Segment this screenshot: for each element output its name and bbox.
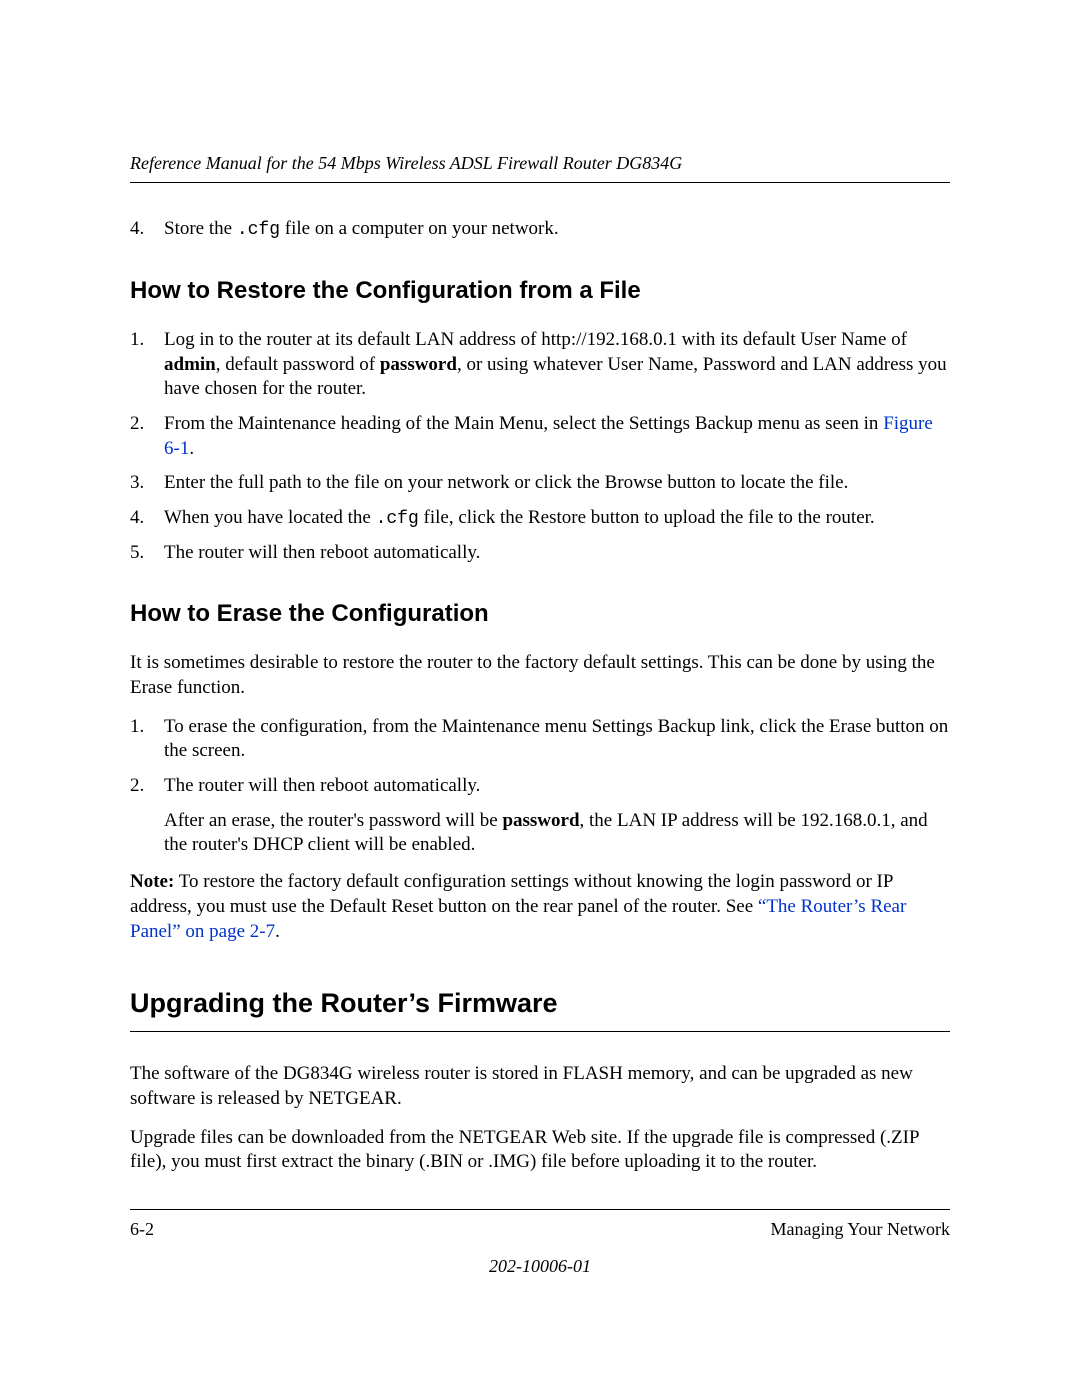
- text: , default password of: [216, 354, 380, 375]
- page-footer: 6-2 Managing Your Network: [130, 1209, 950, 1241]
- after-erase-paragraph: After an erase, the router's password wi…: [164, 809, 950, 858]
- code-literal: .cfg: [376, 509, 419, 529]
- document-number: 202-10006-01: [130, 1255, 950, 1278]
- heading-upgrade-firmware: Upgrading the Router’s Firmware: [130, 986, 950, 1032]
- text: .: [189, 438, 194, 459]
- list-item-body: To erase the configuration, from the Mai…: [164, 715, 950, 764]
- list-number: 1.: [130, 715, 164, 764]
- list-number: 2.: [130, 412, 164, 461]
- list-number: 2.: [130, 774, 164, 799]
- list-item-body: The router will then reboot automaticall…: [164, 774, 950, 799]
- bold-text: password: [502, 810, 579, 831]
- list-item-body: Store the .cfg file on a computer on you…: [164, 217, 950, 242]
- text: When you have located the: [164, 507, 376, 528]
- heading-erase: How to Erase the Configuration: [130, 598, 950, 629]
- running-header: Reference Manual for the 54 Mbps Wireles…: [130, 152, 950, 183]
- list-item-body: From the Maintenance heading of the Main…: [164, 412, 950, 461]
- upgrade-paragraph-2: Upgrade files can be downloaded from the…: [130, 1126, 950, 1175]
- text: Log in to the router at its default LAN …: [164, 329, 907, 350]
- note-label: Note:: [130, 871, 174, 892]
- text: .: [275, 921, 280, 942]
- bold-text: password: [380, 354, 457, 375]
- text: From the Maintenance heading of the Main…: [164, 413, 883, 434]
- heading-restore: How to Restore the Configuration from a …: [130, 275, 950, 306]
- continued-ordered-list: 4. Store the .cfg file on a computer on …: [130, 217, 950, 242]
- list-number: 4.: [130, 217, 164, 242]
- page-number: 6-2: [130, 1218, 154, 1241]
- erase-intro: It is sometimes desirable to restore the…: [130, 651, 950, 700]
- list-item-body: When you have located the .cfg file, cli…: [164, 506, 950, 531]
- note-paragraph: Note: To restore the factory default con…: [130, 870, 950, 944]
- restore-steps-list: 1. Log in to the router at its default L…: [130, 328, 950, 566]
- upgrade-paragraph-1: The software of the DG834G wireless rout…: [130, 1062, 950, 1111]
- bold-text: admin: [164, 354, 216, 375]
- section-name: Managing Your Network: [771, 1218, 951, 1241]
- code-literal: .cfg: [237, 220, 280, 240]
- list-item-body: Enter the full path to the file on your …: [164, 471, 950, 496]
- list-number: 1.: [130, 328, 164, 402]
- list-item-body: The router will then reboot automaticall…: [164, 541, 950, 566]
- erase-steps-list: 1. To erase the configuration, from the …: [130, 715, 950, 799]
- list-number: 4.: [130, 506, 164, 531]
- list-number: 3.: [130, 471, 164, 496]
- text: file on a computer on your network.: [280, 218, 559, 239]
- text: After an erase, the router's password wi…: [164, 810, 502, 831]
- text: Store the: [164, 218, 237, 239]
- list-item-body: Log in to the router at its default LAN …: [164, 328, 950, 402]
- text: file, click the Restore button to upload…: [419, 507, 875, 528]
- list-number: 5.: [130, 541, 164, 566]
